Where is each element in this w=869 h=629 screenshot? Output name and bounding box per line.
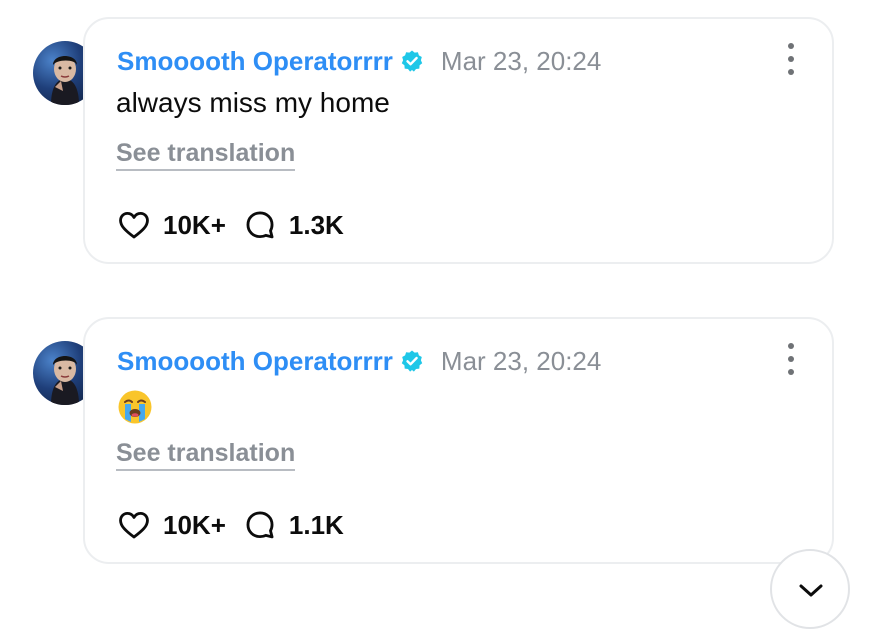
author-name[interactable]: Smooooth Operatorrrr [117, 346, 393, 377]
post-card[interactable]: Smooooth Operatorrrr Mar 23, 20:24 See t… [83, 317, 834, 564]
author-name[interactable]: Smooooth Operatorrrr [117, 46, 393, 77]
more-vertical-icon[interactable] [786, 43, 796, 75]
post-timestamp: Mar 23, 20:24 [440, 45, 602, 76]
comment-count: 1.3K [288, 209, 344, 240]
like-button[interactable]: 10K+ [117, 508, 226, 542]
post-actions: 10K+ 1.3K [117, 205, 344, 245]
post-actions: 10K+ 1.1K [117, 505, 344, 545]
post-item: Smooooth Operatorrrr Mar 23, 20:24 alway… [0, 0, 869, 264]
comment-bubble-icon [246, 211, 274, 239]
like-button[interactable]: 10K+ [117, 208, 226, 242]
verified-badge-icon [400, 349, 424, 373]
post-timestamp: Mar 23, 20:24 [440, 345, 602, 376]
like-count: 10K+ [163, 509, 226, 540]
post-text: always miss my home [116, 87, 390, 118]
like-count: 10K+ [163, 209, 226, 240]
comment-count: 1.1K [288, 509, 344, 540]
post-item: Smooooth Operatorrrr Mar 23, 20:24 See t… [0, 300, 869, 564]
heart-icon [119, 511, 149, 539]
loudly-crying-face-icon [117, 389, 153, 425]
post-header: Smooooth Operatorrrr Mar 23, 20:24 [117, 341, 601, 381]
see-translation-link[interactable]: See translation [116, 439, 296, 471]
post-card[interactable]: Smooooth Operatorrrr Mar 23, 20:24 alway… [83, 17, 834, 264]
more-vertical-icon[interactable] [786, 343, 796, 375]
see-translation-link[interactable]: See translation [116, 139, 296, 171]
comment-bubble-icon [246, 511, 274, 539]
heart-icon [119, 211, 149, 239]
verified-badge-icon [400, 49, 424, 73]
chevron-down-icon [799, 584, 823, 597]
comment-button[interactable]: 1.1K [243, 508, 344, 542]
comment-button[interactable]: 1.3K [243, 208, 344, 242]
scroll-down-button[interactable] [770, 549, 850, 629]
post-header: Smooooth Operatorrrr Mar 23, 20:24 [117, 41, 601, 81]
